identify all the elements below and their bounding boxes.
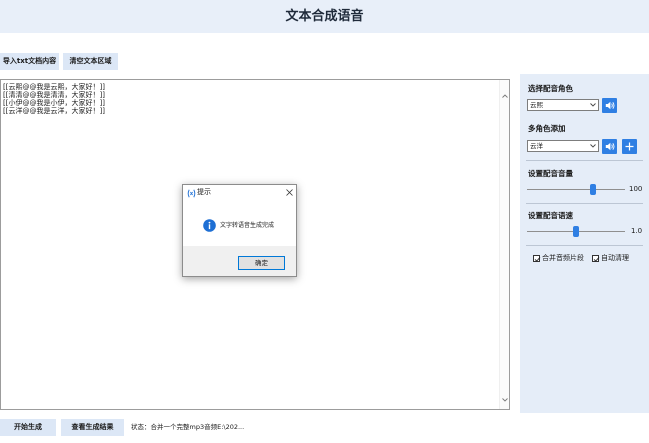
preview-voice-button[interactable]: [602, 98, 617, 113]
speed-slider[interactable]: [527, 226, 625, 237]
merge-audio-label[interactable]: 合并音频片段: [542, 254, 584, 263]
speed-slider-thumb[interactable]: [573, 226, 579, 237]
preview-multi-role-button[interactable]: [602, 139, 617, 154]
dialog-footer: 确定: [183, 246, 296, 276]
chevron-down-icon: [590, 144, 596, 148]
check-icon: [593, 257, 600, 262]
status-text: 状态：合并一个完整mp3音频E:\202...: [131, 423, 245, 431]
dialog-title: 提示: [197, 188, 211, 196]
editor-line: [[小伊@@我是小伊，大家好！]]: [3, 99, 105, 107]
dialog-message: 文字转语音生成完成: [220, 222, 275, 229]
volume-slider[interactable]: [527, 184, 625, 195]
multi-role-select-value: 云洋: [530, 142, 543, 150]
start-generate-button[interactable]: 开始生成: [0, 419, 56, 436]
app-title: 文本合成语音: [285, 9, 364, 24]
settings-panel: 选择配音角色 云熙 多角色添加 云洋 设置配音音量 100 设置配音语速 1.0…: [520, 74, 649, 413]
check-icon: [534, 257, 541, 262]
volume-value: 100: [629, 185, 643, 193]
import-txt-button[interactable]: 导入txt文档内容: [0, 53, 59, 70]
voice-select-value: 云熙: [530, 101, 543, 109]
editor-line: [[清清@@我是清清，大家好！]]: [3, 91, 105, 99]
volume-slider-thumb[interactable]: [589, 184, 596, 195]
multi-role-select[interactable]: 云洋: [527, 140, 599, 152]
divider: [526, 245, 643, 246]
close-icon[interactable]: [286, 189, 293, 196]
divider: [526, 203, 643, 204]
editor-line: [[云洋@@我是云洋，大家好！]]: [3, 107, 105, 115]
editor-scrollbar[interactable]: [499, 80, 509, 409]
editor-line: [[云熙@@我是云熙，大家好！]]: [3, 83, 105, 91]
volume-label: 设置配音音量: [528, 169, 573, 178]
auto-clean-label[interactable]: 自动清理: [601, 254, 629, 263]
message-dialog: 提示 文字转语音生成完成 确定: [182, 184, 297, 277]
clear-text-button[interactable]: 清空文本区域: [63, 53, 118, 70]
view-results-button[interactable]: 查看生成结果: [61, 419, 124, 436]
auto-clean-checkbox[interactable]: [592, 255, 600, 262]
scroll-down-arrow-icon[interactable]: [502, 387, 508, 406]
multi-role-label: 多角色添加: [528, 124, 566, 133]
divider: [526, 160, 643, 161]
speaker-icon: [605, 142, 615, 151]
merge-audio-checkbox[interactable]: [533, 255, 541, 262]
chevron-down-icon: [590, 103, 596, 107]
title-bar: 文本合成语音: [0, 0, 649, 33]
editor-lines: [[云熙@@我是云熙，大家好！]] [[清清@@我是清清，大家好！]] [[小伊…: [3, 83, 105, 115]
scroll-up-arrow-icon[interactable]: [502, 83, 508, 102]
info-icon: [203, 219, 216, 232]
speed-label: 设置配音语速: [528, 211, 573, 220]
voice-select[interactable]: 云熙: [527, 99, 599, 111]
ok-button[interactable]: 确定: [238, 256, 285, 270]
add-role-button[interactable]: [622, 139, 637, 154]
voice-label: 选择配音角色: [528, 84, 573, 93]
speed-value: 1.0: [631, 227, 643, 235]
speaker-icon: [605, 101, 615, 110]
app-icon: [187, 189, 196, 198]
plus-icon: [625, 142, 634, 151]
